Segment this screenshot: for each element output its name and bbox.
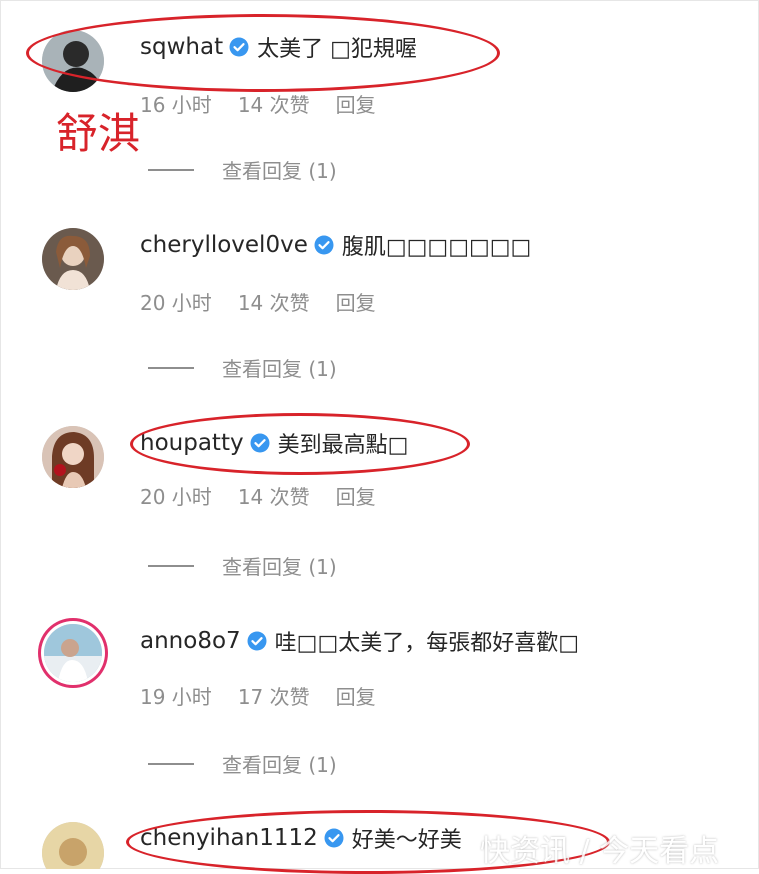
verified-badge-icon	[247, 631, 267, 651]
username-link[interactable]: sqwhat	[140, 34, 223, 60]
reply-button[interactable]: 回复	[336, 89, 376, 118]
avatar-with-story-ring[interactable]	[44, 624, 102, 682]
username-link[interactable]: chenyihan1112	[140, 825, 318, 851]
comment-header: houpatty 美到最高點□	[140, 423, 408, 463]
annotation-label: 舒淇	[56, 109, 141, 158]
comment-text: 好美～好美	[351, 828, 462, 853]
view-replies-button[interactable]: 查看回复 (1)	[148, 551, 337, 580]
replies-divider	[148, 762, 194, 765]
comment-header: chenyihan1112 好美～好美	[140, 818, 462, 858]
comment-item: anno8o7 哇□□太美了，每張都好喜歡□ 19 小时 17 次赞 回复 查看…	[0, 621, 759, 821]
avatar-image	[42, 426, 104, 488]
likes-count-button[interactable]: 14 次赞	[238, 89, 310, 118]
avatar-image	[44, 624, 102, 682]
avatar[interactable]	[42, 822, 104, 869]
comment-text: 腹肌□□□□□□□	[341, 235, 532, 260]
avatar-image	[42, 30, 104, 92]
replies-divider	[148, 168, 194, 171]
comment-time: 20 小时	[140, 291, 212, 315]
view-replies-button[interactable]: 查看回复 (1)	[148, 749, 337, 778]
comment-header: sqwhat 太美了 □犯規喔	[140, 27, 417, 67]
comment-header: anno8o7 哇□□太美了，每張都好喜歡□	[140, 621, 579, 661]
view-replies-label: 查看回复 (1)	[222, 753, 337, 777]
reply-button[interactable]: 回复	[336, 287, 376, 316]
comment-time: 20 小时	[140, 485, 212, 509]
username-link[interactable]: houpatty	[140, 430, 244, 456]
view-replies-label: 查看回复 (1)	[222, 555, 337, 579]
comment-meta: 20 小时 14 次赞 回复	[140, 287, 402, 316]
comment-time: 16 小时	[140, 93, 212, 117]
avatar-image	[42, 822, 104, 869]
comment-item: houpatty 美到最高點□ 20 小时 14 次赞 回复 查看回复 (1)	[0, 423, 759, 623]
view-replies-button[interactable]: 查看回复 (1)	[148, 353, 337, 382]
verified-badge-icon	[314, 235, 334, 255]
comment-meta: 16 小时 14 次赞 回复	[140, 89, 402, 118]
view-replies-button[interactable]: 查看回复 (1)	[148, 155, 337, 184]
likes-count-button[interactable]: 14 次赞	[238, 287, 310, 316]
watermark: 快资讯 / 今天看点	[480, 834, 720, 869]
replies-divider	[148, 366, 194, 369]
view-replies-label: 查看回复 (1)	[222, 357, 337, 381]
comment-header: cheryllovel0ve 腹肌□□□□□□□	[140, 225, 531, 265]
avatar[interactable]	[42, 228, 104, 290]
username-link[interactable]: anno8o7	[140, 628, 241, 654]
avatar-image	[42, 228, 104, 290]
verified-badge-icon	[250, 433, 270, 453]
verified-badge-icon	[229, 37, 249, 57]
comment-meta: 19 小时 17 次赞 回复	[140, 681, 402, 710]
comment-item: cheryllovel0ve 腹肌□□□□□□□ 20 小时 14 次赞 回复 …	[0, 225, 759, 425]
comment-text: 太美了 □犯規喔	[257, 37, 417, 62]
reply-button[interactable]: 回复	[336, 681, 376, 710]
comment-text: 哇□□太美了，每張都好喜歡□	[274, 631, 580, 656]
replies-divider	[148, 564, 194, 567]
comment-meta: 20 小时 14 次赞 回复	[140, 481, 402, 510]
likes-count-button[interactable]: 14 次赞	[238, 481, 310, 510]
username-link[interactable]: cheryllovel0ve	[140, 232, 308, 258]
avatar[interactable]	[42, 426, 104, 488]
avatar[interactable]	[42, 30, 104, 92]
comment-text: 美到最高點□	[277, 433, 409, 458]
view-replies-label: 查看回复 (1)	[222, 159, 337, 183]
likes-count-button[interactable]: 17 次赞	[238, 681, 310, 710]
reply-button[interactable]: 回复	[336, 481, 376, 510]
verified-badge-icon	[324, 828, 344, 848]
comment-time: 19 小时	[140, 685, 212, 709]
